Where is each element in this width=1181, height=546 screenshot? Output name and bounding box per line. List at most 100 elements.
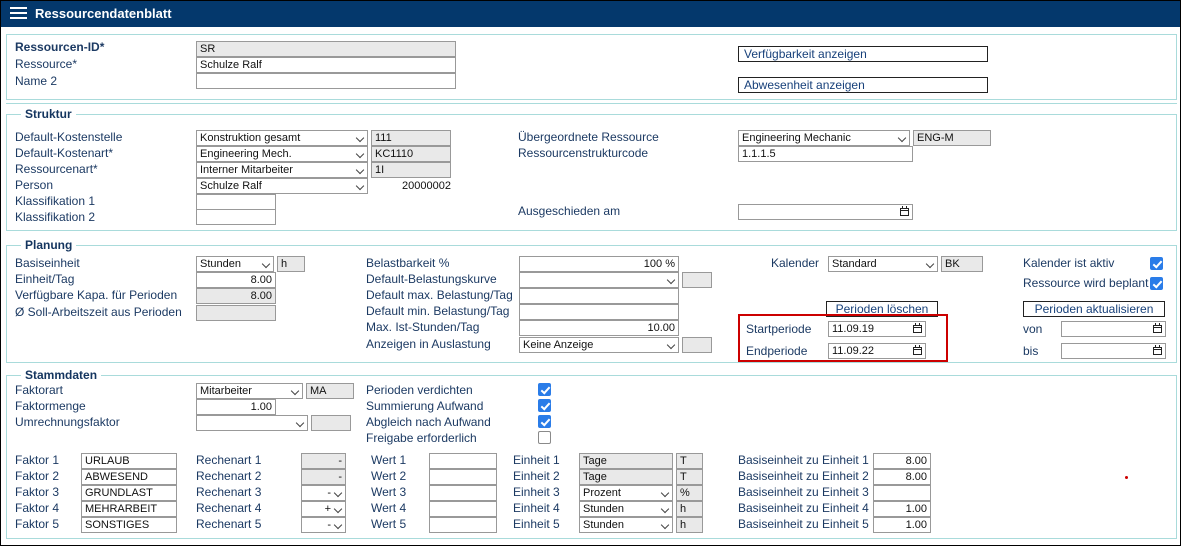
ressourcenstrukturcode-label: Ressourcenstrukturcode — [518, 146, 648, 161]
belastbarkeit-field[interactable]: 100 % — [519, 256, 679, 272]
bis-date-field[interactable] — [1061, 343, 1166, 359]
ist-stunden-field[interactable]: 10.00 — [519, 320, 679, 336]
startperiode-date-field[interactable]: 11.09.19 — [828, 321, 926, 337]
min-belastung-field[interactable] — [519, 304, 679, 320]
von-date-field[interactable] — [1061, 321, 1166, 337]
rechenart-label: Rechenart 5 — [196, 517, 261, 532]
einheit-dropdown[interactable]: Stunden — [579, 501, 673, 517]
faktor-field[interactable]: ABWESEND — [81, 469, 177, 485]
uebergeordnete-ressource-value: Engineering Mechanic — [742, 132, 851, 144]
chevron-down-icon — [926, 260, 934, 268]
faktor-field[interactable]: MEHRARBEIT — [81, 501, 177, 517]
belastungskurve-dropdown[interactable] — [519, 272, 679, 288]
default-kostenart-dropdown[interactable]: Engineering Mech. — [196, 146, 368, 162]
resource-name-field[interactable]: Schulze Ralf — [196, 57, 456, 73]
rechenart-value: - — [327, 519, 331, 531]
summierung-aufwand-checkbox[interactable] — [538, 399, 551, 412]
perioden-aktualisieren-button[interactable]: Perioden aktualisieren — [1023, 301, 1165, 317]
basiseinheit-zu-einheit-field[interactable]: 8.00 — [873, 469, 931, 485]
chevron-down-icon — [898, 134, 906, 142]
rechenart-dropdown[interactable]: - — [301, 485, 346, 501]
perioden-verdichten-label: Perioden verdichten — [366, 383, 473, 398]
wert-field[interactable] — [429, 501, 497, 517]
kalender-label: Kalender — [771, 256, 819, 271]
faktor-row-label: Faktor 5 — [15, 517, 59, 532]
faktor-field[interactable]: URLAUB — [81, 453, 177, 469]
freigabe-erforderlich-checkbox[interactable] — [538, 431, 551, 444]
faktor-field[interactable]: GRUNDLAST — [81, 485, 177, 501]
einheit-field: Tage — [579, 453, 673, 469]
faktor-row-label: Faktor 2 — [15, 469, 59, 484]
name2-label: Name 2 — [15, 74, 57, 89]
rechenart-dropdown[interactable]: - — [301, 517, 346, 533]
basiseinheit-zu-einheit-field[interactable]: 1.00 — [873, 517, 931, 533]
wert-field[interactable] — [429, 469, 497, 485]
basiseinheit-zu-einheit-label: Basiseinheit zu Einheit 3 — [738, 485, 869, 500]
rechenart-value: - — [327, 487, 331, 499]
einheit-code-field: T — [676, 469, 703, 485]
ressourcenstrukturcode-field[interactable]: 1.1.1.5 — [738, 146, 913, 162]
name2-field[interactable] — [196, 73, 456, 89]
person-dropdown[interactable]: Schulze Ralf — [196, 178, 368, 194]
wert-field[interactable] — [429, 485, 497, 501]
ressourcenart-dropdown[interactable]: Interner Mitarbeiter — [196, 162, 368, 178]
default-kostenstelle-dropdown[interactable]: Konstruktion gesamt — [196, 130, 368, 146]
einheit-tag-field[interactable]: 8.00 — [196, 272, 276, 288]
calendar-icon[interactable] — [1153, 325, 1162, 333]
klassifikation2-field[interactable] — [196, 209, 276, 225]
show-availability-button[interactable]: Verfügbarkeit anzeigen — [738, 46, 988, 62]
basiseinheit-zu-einheit-field[interactable] — [873, 485, 931, 501]
rechenart-dropdown[interactable]: + — [301, 501, 346, 517]
wert-field[interactable] — [429, 517, 497, 533]
faktorart-value: Mitarbeiter — [200, 385, 252, 397]
faktor-field[interactable]: SONSTIGES — [81, 517, 177, 533]
soll-arbeitszeit-field — [196, 305, 276, 321]
ressourcenart-code-field: 1I — [371, 162, 451, 178]
summierung-aufwand-label: Summierung Aufwand — [366, 399, 483, 414]
calendar-icon[interactable] — [913, 325, 922, 333]
endperiode-date-field[interactable]: 11.09.22 — [828, 343, 926, 359]
auslastung-dropdown[interactable]: Keine Anzeige — [519, 337, 679, 353]
perioden-verdichten-checkbox[interactable] — [538, 383, 551, 396]
rechenart-field: - — [301, 469, 346, 485]
endperiode-value: 11.09.22 — [832, 345, 874, 357]
einheit-dropdown[interactable]: Stunden — [579, 517, 673, 533]
calendar-icon[interactable] — [900, 208, 909, 216]
uebergeordnete-ressource-dropdown[interactable]: Engineering Mechanic — [738, 130, 910, 146]
basiseinheit-value: Stunden — [200, 258, 241, 270]
max-belastung-field[interactable] — [519, 288, 679, 304]
umrechnungsfaktor-dropdown[interactable] — [196, 415, 308, 431]
einheit-dropdown[interactable]: Prozent — [579, 485, 673, 501]
beplant-label: Ressource wird beplant — [1023, 276, 1148, 291]
faktorart-dropdown[interactable]: Mitarbeiter — [196, 383, 303, 399]
abgleich-aufwand-checkbox[interactable] — [538, 415, 551, 428]
kalender-dropdown[interactable]: Standard — [828, 256, 938, 272]
auslastung-code-field — [682, 337, 712, 353]
faktor-row-label: Faktor 3 — [15, 485, 59, 500]
ausgeschieden-am-date-field[interactable] — [738, 204, 913, 220]
einheit-code-field: h — [676, 517, 703, 533]
calendar-icon[interactable] — [1153, 347, 1162, 355]
perioden-loeschen-button[interactable]: Perioden löschen — [826, 301, 938, 317]
kalender-code-field: BK — [941, 256, 983, 272]
klassifikation1-field[interactable] — [196, 194, 276, 210]
basiseinheit-zu-einheit-field[interactable]: 1.00 — [873, 501, 931, 517]
einheit-value: Prozent — [583, 487, 621, 499]
beplant-checkbox[interactable] — [1150, 277, 1163, 290]
abgleich-aufwand-label: Abgleich nach Aufwand — [366, 415, 491, 430]
einheit-label: Einheit 2 — [513, 469, 560, 484]
chevron-down-icon — [334, 521, 342, 529]
kalender-aktiv-checkbox[interactable] — [1150, 257, 1163, 270]
chevron-down-icon — [262, 260, 270, 268]
basiseinheit-zu-einheit-field[interactable]: 8.00 — [873, 453, 931, 469]
basiseinheit-dropdown[interactable]: Stunden — [196, 256, 274, 272]
chevron-down-icon — [356, 182, 364, 190]
show-absence-button[interactable]: Abwesenheit anzeigen — [738, 77, 988, 93]
person-number: 20000002 — [371, 178, 451, 194]
wert-field[interactable] — [429, 453, 497, 469]
page-title: Ressourcendatenblatt — [35, 6, 172, 21]
einheit-tag-label: Einheit/Tag — [15, 272, 74, 287]
calendar-icon[interactable] — [913, 347, 922, 355]
faktormenge-field[interactable]: 1.00 — [196, 399, 276, 415]
hamburger-menu-icon[interactable] — [10, 7, 27, 20]
